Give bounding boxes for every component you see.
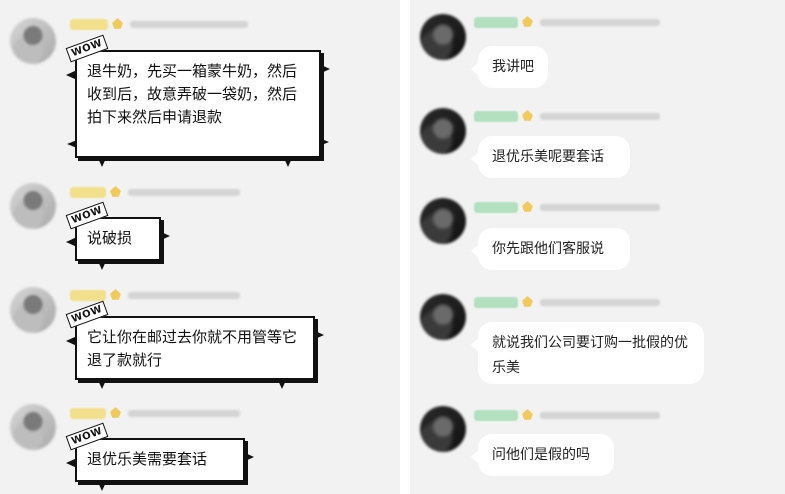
sender-name-blurred <box>474 410 518 421</box>
message-text: 我讲吧 <box>492 59 534 75</box>
message-text: 就说我们公司要订购一批假的优乐美 <box>492 335 688 376</box>
message-text: 问他们是假的吗 <box>492 447 590 463</box>
sender-meta-blurred <box>128 410 240 417</box>
avatar[interactable] <box>420 198 466 244</box>
sender-name-blurred <box>474 202 518 213</box>
crown-icon <box>522 296 533 307</box>
crown-icon <box>522 110 533 121</box>
sender-name-blurred <box>474 297 518 308</box>
message-bubble[interactable]: WOW 它让你在邮过去你就不用管等它退了款就行 <box>65 300 324 389</box>
message-bubble[interactable]: WOW 退优乐美需要套话 <box>65 422 254 491</box>
sender-name-blurred <box>474 111 518 122</box>
avatar[interactable] <box>10 287 56 333</box>
sender-meta-blurred <box>540 204 660 211</box>
chat-panel-left: WOW 退牛奶，先买一箱蒙牛奶，然后收到后，故意弄破一袋奶，然后拍下来然后申请退… <box>0 0 400 494</box>
message-bubble[interactable]: 问他们是假的吗 <box>471 434 614 476</box>
message-bubble[interactable]: WOW 退牛奶，先买一箱蒙牛奶，然后收到后，故意弄破一袋奶，然后拍下来然后申请退… <box>65 34 330 167</box>
message-text: 你先跟他们客服说 <box>492 241 604 257</box>
sender-name-blurred <box>70 408 106 419</box>
sender-meta-blurred <box>130 21 248 28</box>
sender-meta-blurred <box>128 189 240 196</box>
message-text: 退优乐美呢要套话 <box>492 149 604 165</box>
message-bubble[interactable]: 就说我们公司要订购一批假的优乐美 <box>471 322 704 384</box>
wow-badge: WOW <box>65 34 109 63</box>
avatar[interactable] <box>10 183 56 229</box>
wow-badge: WOW <box>65 201 109 230</box>
crown-icon <box>522 16 533 27</box>
avatar[interactable] <box>420 406 466 452</box>
message-bubble[interactable]: WOW 说破损 <box>65 201 170 270</box>
crown-icon <box>522 409 533 420</box>
message-text: 说破损 <box>87 229 133 247</box>
sender-meta-blurred <box>540 299 660 306</box>
crown-icon <box>110 407 121 418</box>
avatar[interactable] <box>420 14 466 60</box>
sender-meta-blurred <box>128 292 240 299</box>
crown-icon <box>112 18 123 29</box>
avatar[interactable] <box>10 404 56 450</box>
message-text: 退牛奶，先买一箱蒙牛奶，然后收到后，故意弄破一袋奶，然后拍下来然后申请退款 <box>87 62 298 126</box>
crown-icon <box>110 186 121 197</box>
sender-name-blurred <box>70 19 108 30</box>
message-bubble[interactable]: 你先跟他们客服说 <box>471 228 630 270</box>
wow-badge: WOW <box>65 300 109 329</box>
sender-name-blurred <box>70 187 106 198</box>
message-text: 退优乐美需要套话 <box>87 450 208 468</box>
message-bubble[interactable]: 退优乐美呢要套话 <box>471 136 630 178</box>
avatar[interactable] <box>420 108 466 154</box>
sender-meta-blurred <box>540 113 660 120</box>
sender-meta-blurred <box>540 412 660 419</box>
chat-panel-right: 我讲吧 退优乐美呢要套话 你先跟他们客服说 就说我们公司要订购一批假的优乐美 问… <box>410 0 785 494</box>
crown-icon <box>522 201 533 212</box>
sender-name-blurred <box>474 17 518 28</box>
sender-meta-blurred <box>540 19 660 26</box>
avatar[interactable] <box>10 18 56 64</box>
sender-name-blurred <box>70 290 106 301</box>
message-text: 它让你在邮过去你就不用管等它退了款就行 <box>87 328 298 369</box>
crown-icon <box>110 289 121 300</box>
message-bubble[interactable]: 我讲吧 <box>471 46 548 88</box>
wow-badge: WOW <box>65 422 109 451</box>
avatar[interactable] <box>420 294 466 340</box>
